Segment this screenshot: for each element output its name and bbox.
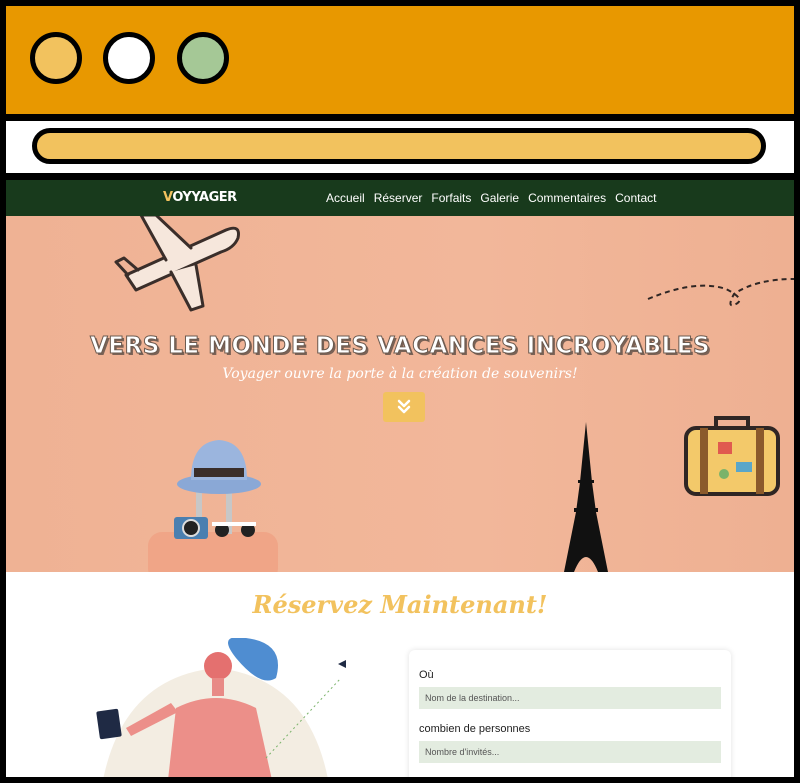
- window-titlebar: [6, 6, 794, 114]
- nav-link-reserver[interactable]: Réserver: [374, 191, 423, 205]
- hero-subtitle: Voyager ouvre la porte à la création de …: [222, 366, 578, 382]
- browser-frame: VOYYAGER Accueil Réserver Forfaits Galer…: [0, 0, 800, 783]
- dashed-flight-path: [647, 278, 794, 307]
- site-logo[interactable]: VOYYAGER: [163, 190, 237, 205]
- scroll-down-button[interactable]: [383, 392, 425, 422]
- site-navbar: VOYYAGER Accueil Réserver Forfaits Galer…: [6, 180, 794, 216]
- hero-title: VERS LE MONDE DES VACANCES INCROYABLES: [89, 333, 711, 360]
- web-page: VOYYAGER Accueil Réserver Forfaits Galer…: [6, 180, 794, 777]
- nav-link-commentaires[interactable]: Commentaires: [528, 191, 606, 205]
- booking-title: Réservez Maintenant!: [252, 590, 548, 619]
- suitcase-sticker-illustration: [684, 416, 780, 496]
- nav-link-galerie[interactable]: Galerie: [480, 191, 519, 205]
- nav-menu: Accueil Réserver Forfaits Galerie Commen…: [326, 191, 656, 205]
- logo-initial: V: [163, 190, 173, 205]
- window-button-maximize[interactable]: [103, 32, 155, 84]
- nav-link-accueil[interactable]: Accueil: [326, 191, 365, 205]
- traveler-woman-illustration: [96, 638, 346, 777]
- destination-input[interactable]: [419, 687, 721, 709]
- guests-label: combien de personnes: [419, 723, 531, 735]
- eiffel-tower-illustration: [564, 422, 608, 572]
- booking-section: Réservez Maintenant! Où combien de perso…: [6, 572, 794, 777]
- window-button-close[interactable]: [177, 32, 229, 84]
- where-label: Où: [419, 669, 434, 681]
- address-bar[interactable]: [32, 128, 766, 164]
- nav-link-forfaits[interactable]: Forfaits: [431, 191, 471, 205]
- luggage-and-hat-illustration: [148, 440, 278, 572]
- logo-text: OYYAGER: [172, 190, 237, 205]
- hero-section: VERS LE MONDE DES VACANCES INCROYABLES V…: [6, 216, 794, 572]
- booking-form: Où combien de personnes: [409, 650, 731, 777]
- airplane-illustration: [114, 216, 240, 312]
- address-bar-area: [6, 121, 794, 173]
- nav-link-contact[interactable]: Contact: [615, 191, 656, 205]
- guests-input[interactable]: [419, 741, 721, 763]
- window-button-minimize[interactable]: [30, 32, 82, 84]
- double-chevron-down-icon: [397, 399, 411, 414]
